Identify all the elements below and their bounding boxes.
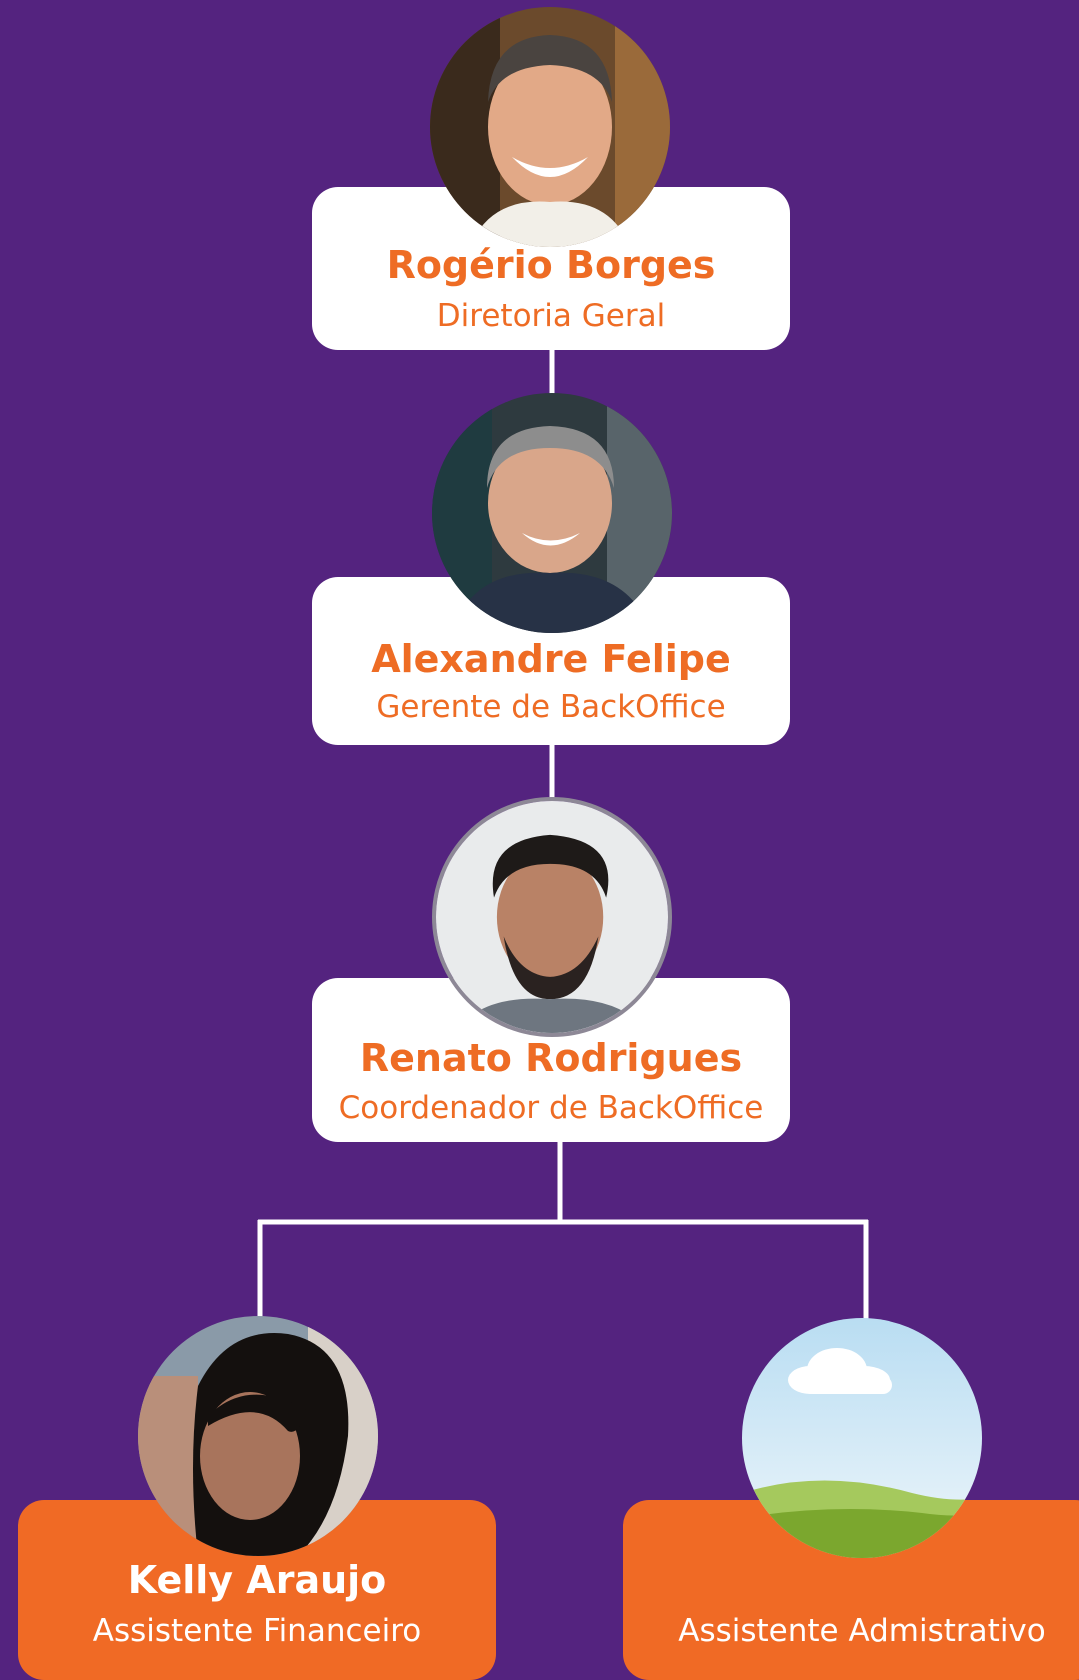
- person-name: Alexandre Felipe: [371, 637, 731, 681]
- person-role: Coordenador de BackOffice: [338, 1090, 764, 1126]
- landscape-placeholder-icon: [742, 1318, 982, 1558]
- person-photo-icon: [138, 1316, 378, 1556]
- person-role: Assistente Financeiro: [92, 1613, 422, 1649]
- person-photo-icon: [430, 7, 670, 247]
- person-photo-icon: [432, 393, 672, 633]
- person-name: Rogério Borges: [386, 243, 716, 287]
- person-name: Kelly Araujo: [127, 1558, 387, 1602]
- person-role: Assistente Admistrativo: [678, 1613, 1046, 1649]
- person-role: Gerente de BackOffice: [376, 689, 726, 725]
- person-name: Renato Rodrigues: [359, 1036, 743, 1080]
- person-photo-icon: [432, 797, 672, 1037]
- person-role: Diretoria Geral: [436, 298, 666, 334]
